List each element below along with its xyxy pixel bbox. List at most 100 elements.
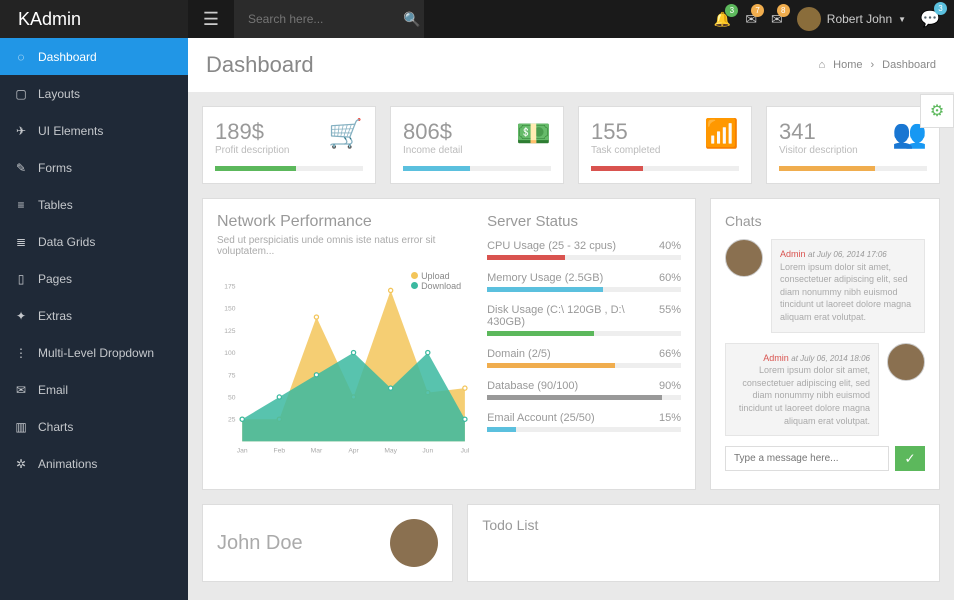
server-label: Domain (2/5) [487,348,551,360]
avatar [390,519,438,567]
send-button[interactable]: ✓ [895,446,925,471]
stat-card: 189$Profit description🛒 [202,106,376,184]
tasks-icon[interactable]: ✉8 [771,11,783,28]
server-pct: 15% [659,412,681,424]
sidebar-icon: ▢ [14,87,28,101]
chat-author: Admin [763,353,789,363]
server-title: Server Status [487,213,681,230]
chat-time: at July 06, 2014 17:06 [808,250,887,259]
chat-badge: 3 [934,2,947,15]
envelope-badge: 7 [751,4,764,17]
svg-text:Jun: Jun [422,447,433,454]
chats-title: Chats [725,213,925,229]
tasks-badge: 8 [777,4,790,17]
chat-message: Admin at July 06, 2014 17:06 Lorem ipsum … [725,239,925,333]
bell-icon[interactable]: 🔔3 [714,11,731,28]
server-pct: 66% [659,348,681,360]
page-header: Dashboard ⌂ Home › Dashboard [188,38,954,92]
sidebar-icon: ✉ [14,383,28,397]
chat-time: at July 06, 2014 18:06 [791,354,870,363]
sidebar-item-label: Email [38,383,68,397]
user-name: Robert John [827,12,892,26]
envelope-icon[interactable]: ✉7 [745,11,757,28]
chat-message: Admin at July 06, 2014 18:06 Lorem ipsum … [725,343,925,437]
server-label: CPU Usage (25 - 32 cpus) [487,240,616,252]
sidebar-item-layouts[interactable]: ▢Layouts [0,75,188,112]
stat-icon: 💵 [516,117,551,150]
server-label: Disk Usage (C:\ 120GB , D:\ 430GB) [487,304,659,328]
server-item: Memory Usage (2.5GB) 60% [487,272,681,292]
svg-text:Feb: Feb [274,447,286,454]
server-pct: 60% [659,272,681,284]
sidebar-item-multi-level-dropdown[interactable]: ⋮ Multi-Level Dropdown [0,334,188,371]
chat-text: Lorem ipsum dolor sit amet, consectetuer… [739,365,870,425]
network-title: Network Performance [217,213,469,231]
svg-text:Mar: Mar [311,447,323,454]
home-icon[interactable]: ⌂ [819,59,826,71]
chat-text: Lorem ipsum dolor sit amet, consectetuer… [780,262,911,322]
page-title: Dashboard [206,52,314,78]
sidebar-item-label: Dashboard [38,50,97,64]
svg-text:75: 75 [228,372,236,379]
sidebar-item-label: Pages [38,272,72,286]
sidebar-icon: ✈ [14,124,28,138]
network-chart: Upload Download 255075100125150175JanFeb… [217,265,469,475]
chat-author: Admin [780,249,806,259]
breadcrumb-home[interactable]: Home [833,59,862,71]
sidebar-item-tables[interactable]: ≡Tables [0,186,188,223]
user-menu[interactable]: Robert John ▼ [797,7,906,31]
sidebar-item-label: Multi-Level Dropdown [38,346,154,360]
breadcrumb-current: Dashboard [882,59,936,71]
sidebar-item-forms[interactable]: ✎Forms [0,149,188,186]
sidebar-icon: ⋮ [14,346,28,360]
chevron-down-icon: ▼ [898,15,906,24]
svg-text:Jan: Jan [237,447,248,454]
bell-badge: 3 [725,4,738,17]
chart-legend: Upload Download [411,271,461,291]
todo-panel: Todo List [467,504,940,582]
sidebar-item-ui-elements[interactable]: ✈UI Elements [0,112,188,149]
sidebar-item-label: Data Grids [38,235,95,249]
settings-gear-icon[interactable]: ⚙ [920,94,954,128]
sidebar-item-label: Extras [38,309,72,323]
search-box[interactable]: 🔍 [234,0,424,38]
sidebar-item-label: Animations [38,457,97,471]
sidebar-item-charts[interactable]: ▥Charts [0,408,188,445]
avatar [725,239,763,277]
sidebar-item-label: Forms [38,161,72,175]
svg-text:50: 50 [228,395,236,402]
sidebar-icon: ▯ [14,272,28,286]
stat-card: 155Task completed📶 [578,106,752,184]
server-pct: 55% [659,304,681,328]
search-input[interactable] [248,12,403,26]
stat-card: 341Visitor description👥 [766,106,940,184]
svg-text:175: 175 [224,283,235,290]
sidebar-item-extras[interactable]: ✦Extras [0,297,188,334]
sidebar-item-data-grids[interactable]: ≣ Data Grids [0,223,188,260]
server-label: Email Account (25/50) [487,412,595,424]
server-item: CPU Usage (25 - 32 cpus)40% [487,240,681,260]
sidebar-item-pages[interactable]: ▯ Pages [0,260,188,297]
sidebar-icon: ◌ [14,50,28,64]
sidebar: ◌ Dashboard ▢Layouts✈UI Elements✎Forms≡Tab… [0,38,188,600]
sidebar-item-animations[interactable]: ✲Animations [0,445,188,482]
breadcrumb: ⌂ Home › Dashboard [819,59,937,71]
server-item: Disk Usage (C:\ 120GB , D:\ 430GB)55% [487,304,681,336]
sidebar-item-dashboard[interactable]: ◌ Dashboard [0,38,188,75]
chat-input[interactable] [725,446,889,471]
menu-toggle-icon[interactable]: ☰ [188,9,234,30]
logo[interactable]: KAdmin [0,0,188,38]
chat-bubble-icon[interactable]: 💬3 [920,9,940,29]
sidebar-item-email[interactable]: ✉ Email [0,371,188,408]
stat-card: 806$Income detail💵 [390,106,564,184]
server-item: Domain (2/5) 66% [487,348,681,368]
user-card: John Doe [202,504,453,582]
search-icon[interactable]: 🔍 [403,11,420,28]
server-label: Memory Usage (2.5GB) [487,272,603,284]
stat-icon: 🛒 [328,117,363,150]
user-card-name: John Doe [217,532,303,555]
todo-title: Todo List [482,517,925,533]
sidebar-icon: ≣ [14,235,28,249]
svg-text:Jul: Jul [461,447,469,454]
avatar [797,7,821,31]
